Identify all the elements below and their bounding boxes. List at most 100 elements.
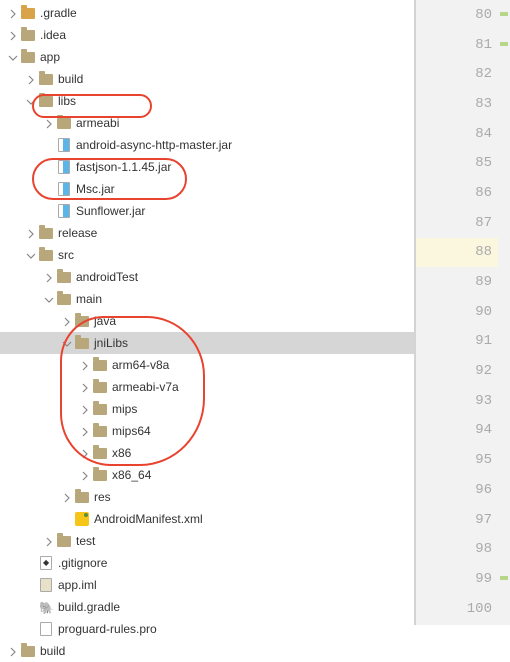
chevron-right-icon[interactable] — [44, 118, 54, 128]
tree-row[interactable]: android-async-http-master.jar — [0, 134, 414, 156]
tree-row[interactable]: fastjson-1.1.45.jar — [0, 156, 414, 178]
chevron-right-icon[interactable] — [80, 360, 90, 370]
tree-row[interactable]: x86_64 — [0, 464, 414, 486]
chevron-right-icon[interactable] — [80, 448, 90, 458]
gutter-line-number[interactable]: 82 — [416, 59, 510, 89]
tree-item-label: build.gradle — [58, 600, 120, 614]
gutter-line-number[interactable]: 95 — [416, 445, 510, 475]
gutter-line-number[interactable]: 85 — [416, 148, 510, 178]
gutter-line-number[interactable]: 87 — [416, 208, 510, 238]
tree-item-icon — [92, 379, 108, 395]
folder-icon — [93, 426, 107, 437]
tree-row[interactable]: armeabi-v7a — [0, 376, 414, 398]
jar-icon — [58, 182, 70, 196]
gutter-line-number[interactable]: 83 — [416, 89, 510, 119]
tree-item-label: androidTest — [76, 270, 138, 284]
tree-row[interactable]: proguard-rules.pro — [0, 618, 414, 640]
gutter-line-number[interactable]: 86 — [416, 178, 510, 208]
tree-row[interactable]: app — [0, 46, 414, 68]
tree-row[interactable]: AndroidManifest.xml — [0, 508, 414, 530]
tree-item-label: mips — [112, 402, 137, 416]
tree-row[interactable]: main — [0, 288, 414, 310]
tree-item-icon — [92, 401, 108, 417]
tree-item-label: Msc.jar — [76, 182, 115, 196]
tree-item-label: fastjson-1.1.45.jar — [76, 160, 171, 174]
chevron-right-icon[interactable] — [62, 316, 72, 326]
tree-row[interactable]: .idea — [0, 24, 414, 46]
gutter-line-number[interactable]: 99 — [416, 564, 510, 594]
chevron-right-icon[interactable] — [44, 272, 54, 282]
gutter-line-number[interactable]: 94 — [416, 416, 510, 446]
tree-row[interactable]: .gradle — [0, 2, 414, 24]
tree-item-label: arm64-v8a — [112, 358, 169, 372]
tree-item-icon — [56, 203, 72, 219]
chevron-right-icon[interactable] — [80, 404, 90, 414]
chevron-right-icon[interactable] — [8, 30, 18, 40]
gutter-line-number[interactable]: 80 — [416, 0, 510, 30]
tree-row[interactable]: build — [0, 640, 414, 662]
tree-item-label: x86 — [112, 446, 131, 460]
gutter-line-number[interactable]: 97 — [416, 505, 510, 535]
chevron-right-icon[interactable] — [62, 492, 72, 502]
gutter-line-number[interactable]: 100 — [416, 594, 510, 624]
gradle-icon: 🐘 — [39, 601, 53, 613]
gutter-line-number[interactable]: 91 — [416, 327, 510, 357]
folder-icon — [57, 272, 71, 283]
chevron-down-icon[interactable] — [44, 294, 54, 304]
tree-item-icon — [56, 181, 72, 197]
tree-row[interactable]: build — [0, 68, 414, 90]
tree-row[interactable]: Sunflower.jar — [0, 200, 414, 222]
chevron-down-icon[interactable] — [62, 338, 72, 348]
jar-icon — [58, 160, 70, 174]
chevron-right-icon[interactable] — [26, 228, 36, 238]
gutter-line-number[interactable]: 96 — [416, 475, 510, 505]
gutter-line-number[interactable]: 90 — [416, 297, 510, 327]
tree-row[interactable]: arm64-v8a — [0, 354, 414, 376]
chevron-right-icon[interactable] — [44, 536, 54, 546]
chevron-down-icon[interactable] — [26, 96, 36, 106]
tree-row[interactable]: androidTest — [0, 266, 414, 288]
tree-item-label: test — [76, 534, 95, 548]
tree-item-label: .gitignore — [58, 556, 107, 570]
tree-item-label: armeabi-v7a — [112, 380, 179, 394]
chevron-right-icon[interactable] — [8, 646, 18, 656]
tree-row[interactable]: libs — [0, 90, 414, 112]
tree-item-icon — [20, 27, 36, 43]
tree-item-icon — [74, 511, 90, 527]
tree-item-icon — [92, 357, 108, 373]
chevron-right-icon[interactable] — [8, 8, 18, 18]
tree-item-label: jniLibs — [94, 336, 128, 350]
gutter-line-number[interactable]: 93 — [416, 386, 510, 416]
chevron-down-icon[interactable] — [8, 52, 18, 62]
tree-row[interactable]: mips64 — [0, 420, 414, 442]
folder-icon — [93, 448, 107, 459]
tree-row[interactable]: 🐘 build.gradle — [0, 596, 414, 618]
tree-row[interactable]: x86 — [0, 442, 414, 464]
jar-icon — [58, 138, 70, 152]
tree-row[interactable]: app.iml — [0, 574, 414, 596]
tree-row[interactable]: test — [0, 530, 414, 552]
gutter-line-number[interactable]: 81 — [416, 30, 510, 60]
chevron-down-icon[interactable] — [26, 250, 36, 260]
gutter-line-number[interactable]: 92 — [416, 356, 510, 386]
tree-row[interactable]: armeabi — [0, 112, 414, 134]
gutter-line-number[interactable]: 98 — [416, 534, 510, 564]
tree-row[interactable]: jniLibs — [0, 332, 414, 354]
xml-icon — [75, 512, 89, 526]
tree-row[interactable]: release — [0, 222, 414, 244]
tree-row[interactable]: mips — [0, 398, 414, 420]
gutter-line-number[interactable]: 88 — [416, 238, 510, 268]
chevron-right-icon[interactable] — [80, 382, 90, 392]
tree-row[interactable]: .gitignore — [0, 552, 414, 574]
tree-row[interactable]: Msc.jar — [0, 178, 414, 200]
chevron-right-icon[interactable] — [80, 426, 90, 436]
tree-row[interactable]: src — [0, 244, 414, 266]
folder-icon — [75, 316, 89, 327]
chevron-right-icon[interactable] — [26, 74, 36, 84]
tree-row[interactable]: java — [0, 310, 414, 332]
tree-item-icon — [56, 533, 72, 549]
gutter-line-number[interactable]: 89 — [416, 267, 510, 297]
gutter-line-number[interactable]: 84 — [416, 119, 510, 149]
chevron-right-icon[interactable] — [80, 470, 90, 480]
tree-row[interactable]: res — [0, 486, 414, 508]
